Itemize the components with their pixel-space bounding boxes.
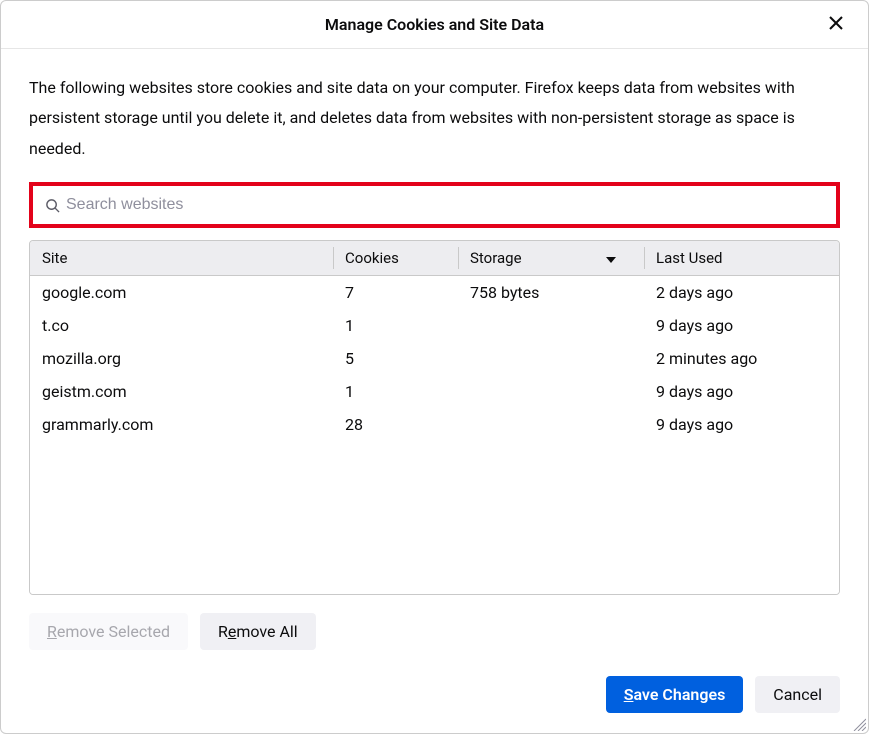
- search-icon: [45, 198, 60, 213]
- dialog-description: The following websites store cookies and…: [29, 73, 840, 164]
- sort-desc-icon: [606, 249, 616, 267]
- dialog-title: Manage Cookies and Site Data: [325, 15, 544, 34]
- table-row[interactable]: mozilla.org5 2 minutes ago: [30, 342, 839, 375]
- cell-storage: [458, 408, 644, 441]
- table-row[interactable]: t.co1 9 days ago: [30, 309, 839, 342]
- cancel-button[interactable]: Cancel: [755, 676, 840, 713]
- cell-site: t.co: [30, 309, 333, 342]
- dialog-body: The following websites store cookies and…: [1, 49, 868, 660]
- remove-actions-row: Remove Selected Remove All: [29, 613, 840, 650]
- save-changes-button[interactable]: Save Changes: [606, 676, 744, 713]
- column-header-cookies-label: Cookies: [345, 249, 399, 267]
- column-header-storage[interactable]: Storage: [458, 241, 644, 275]
- cell-lastused: 9 days ago: [644, 309, 839, 342]
- cell-storage: [458, 309, 644, 342]
- cell-cookies: 7: [333, 276, 458, 309]
- cell-lastused: 2 minutes ago: [644, 342, 839, 375]
- search-input[interactable]: [66, 196, 824, 214]
- table-row[interactable]: geistm.com1 9 days ago: [30, 375, 839, 408]
- table-row[interactable]: google.com7758 bytes2 days ago: [30, 276, 839, 309]
- cell-cookies: 5: [333, 342, 458, 375]
- cookies-dialog: Manage Cookies and Site Data The followi…: [0, 0, 869, 734]
- cell-site: grammarly.com: [30, 408, 333, 441]
- cell-site: geistm.com: [30, 375, 333, 408]
- cell-lastused: 9 days ago: [644, 375, 839, 408]
- dialog-footer: Save Changes Cancel: [1, 660, 868, 733]
- remove-selected-button[interactable]: Remove Selected: [29, 613, 188, 650]
- table-row[interactable]: grammarly.com28 9 days ago: [30, 408, 839, 441]
- sites-table: Site Cookies Storage Last Used google.co…: [29, 240, 840, 595]
- dialog-header: Manage Cookies and Site Data: [1, 1, 868, 49]
- cell-storage: [458, 375, 644, 408]
- search-field-container: [37, 190, 832, 220]
- column-header-lastused[interactable]: Last Used: [644, 241, 839, 275]
- close-icon: [828, 15, 844, 34]
- table-body[interactable]: google.com7758 bytes2 days agot.co19 day…: [30, 276, 839, 594]
- column-header-site-label: Site: [42, 249, 67, 267]
- cell-lastused: 2 days ago: [644, 276, 839, 309]
- search-highlight-box: [29, 182, 840, 228]
- table-header-row: Site Cookies Storage Last Used: [30, 241, 839, 276]
- cell-cookies: 28: [333, 408, 458, 441]
- remove-all-button[interactable]: Remove All: [200, 613, 316, 650]
- close-button[interactable]: [822, 11, 850, 39]
- cell-storage: 758 bytes: [458, 276, 644, 309]
- cell-storage: [458, 342, 644, 375]
- column-header-site[interactable]: Site: [30, 241, 333, 275]
- cell-lastused: 9 days ago: [644, 408, 839, 441]
- column-header-cookies[interactable]: Cookies: [333, 241, 458, 275]
- cell-cookies: 1: [333, 309, 458, 342]
- column-header-storage-label: Storage: [470, 249, 522, 267]
- cell-cookies: 1: [333, 375, 458, 408]
- cell-site: mozilla.org: [30, 342, 333, 375]
- column-header-lastused-label: Last Used: [656, 249, 723, 267]
- cell-site: google.com: [30, 276, 333, 309]
